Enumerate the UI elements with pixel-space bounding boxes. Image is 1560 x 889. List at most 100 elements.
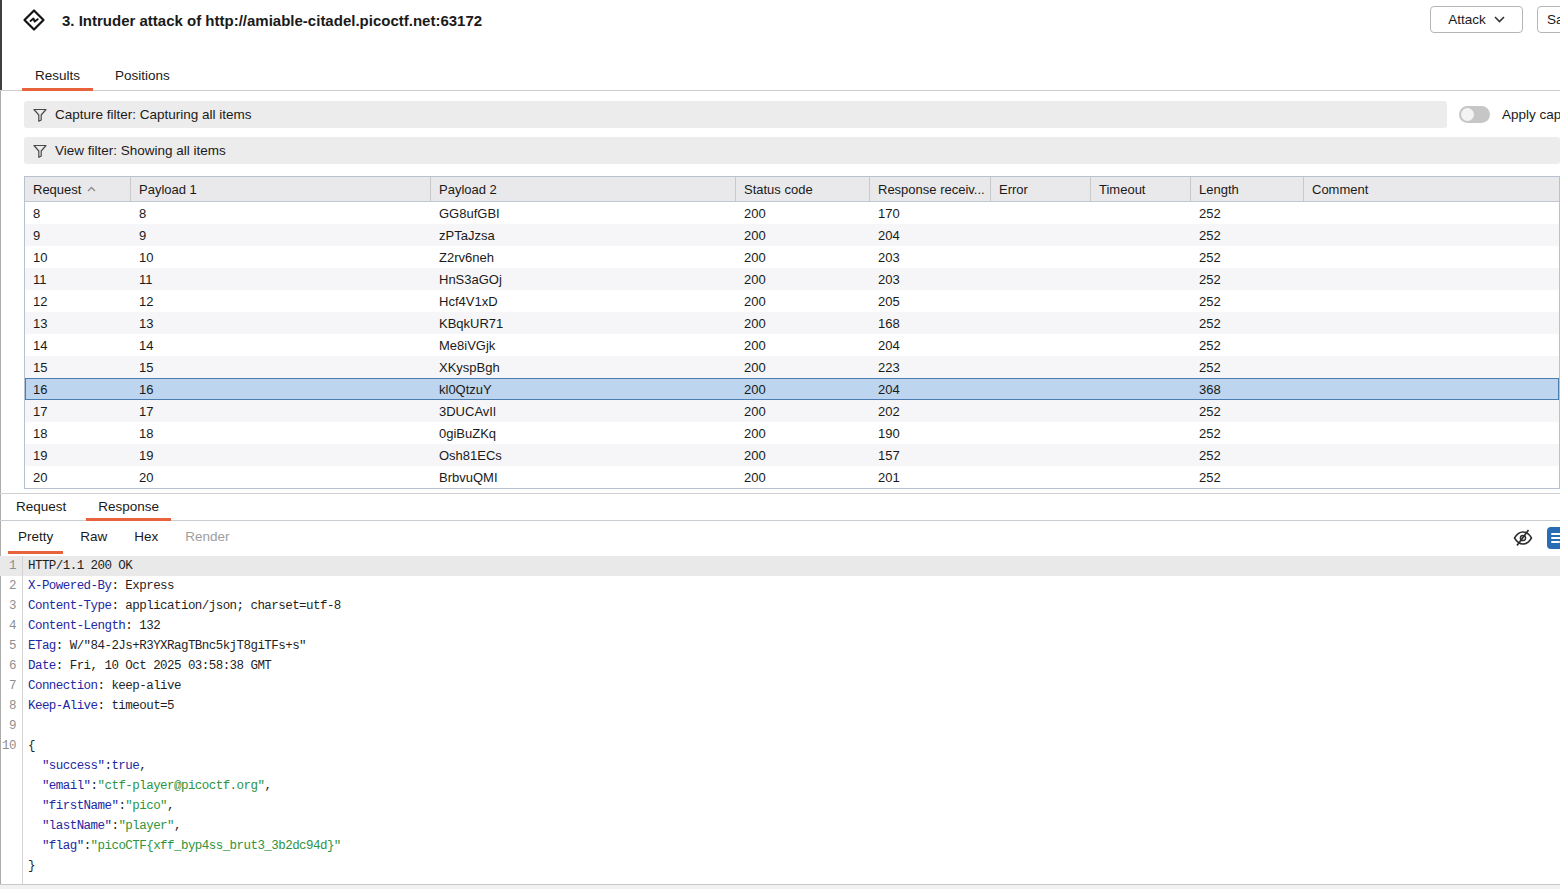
save-button-label: Sa [1547, 12, 1560, 27]
view-filter-bar[interactable]: View filter: Showing all items [24, 137, 1560, 164]
column-header-payload-1[interactable]: Payload 1 [131, 177, 431, 201]
apply-capture-toggle[interactable] [1459, 106, 1490, 123]
table-row-request-15[interactable]: 1515XKyspBgh200223252 [25, 356, 1559, 378]
results-table: RequestPayload 1Payload 2 Status code Resp… [24, 176, 1560, 489]
cell-status: 200 [736, 356, 870, 378]
cell-payload2: GG8ufGBI [431, 202, 736, 224]
cell-payload1: 18 [131, 422, 431, 444]
cell-comment [1304, 268, 1559, 290]
cell-request: 18 [25, 422, 131, 444]
tab-results[interactable]: Results [22, 63, 93, 91]
cell-status: 200 [736, 246, 870, 268]
capture-filter-bar[interactable]: Capture filter: Capturing all items [24, 101, 1447, 128]
message-view-subtabs: Pretty Raw Hex Render [0, 522, 1560, 555]
cell-response_received: 157 [870, 444, 991, 466]
column-header-error[interactable]: Error [991, 177, 1091, 201]
cell-timeout [1091, 268, 1191, 290]
table-row-request-13[interactable]: 1313KBqkUR71200168252 [25, 312, 1559, 334]
cell-timeout [1091, 334, 1191, 356]
cell-timeout [1091, 444, 1191, 466]
table-row-request-12[interactable]: 1212Hcf4V1xD200205252 [25, 290, 1559, 312]
message-tab-bar: Request Response [0, 493, 1560, 521]
column-header-status-code[interactable]: Status code [736, 177, 870, 201]
column-header-payload-2[interactable]: Payload 2 [431, 177, 736, 201]
tab-positions[interactable]: Positions [102, 63, 183, 91]
attack-button[interactable]: Attack [1430, 6, 1523, 33]
cell-payload1: 16 [131, 378, 431, 400]
table-row-request-16[interactable]: 1616kl0QtzuY200204368 [25, 378, 1559, 400]
hide-nonprintable-icon[interactable] [1512, 527, 1534, 552]
cell-timeout [1091, 312, 1191, 334]
cell-error [991, 312, 1091, 334]
cell-length: 252 [1191, 268, 1304, 290]
cell-timeout [1091, 422, 1191, 444]
editor-line: } [0, 856, 1560, 876]
table-row-request-19[interactable]: 1919Osh81ECs200157252 [25, 444, 1559, 466]
column-header-response-receiv-[interactable]: Response receiv... [870, 177, 991, 201]
line-number: 9 [0, 716, 16, 736]
main-tab-bar: Results Positions [0, 63, 1560, 91]
line-content: } [28, 856, 35, 876]
tab-response[interactable]: Response [86, 494, 171, 521]
table-row-request-18[interactable]: 18180giBuZKq200190252 [25, 422, 1559, 444]
cell-comment [1304, 466, 1559, 488]
cell-length: 252 [1191, 290, 1304, 312]
text-wrap-icon[interactable] [1547, 527, 1560, 549]
cell-payload2: Osh81ECs [431, 444, 736, 466]
cell-length: 252 [1191, 202, 1304, 224]
editor-line: 3Content-Type: application/json; charset… [0, 596, 1560, 616]
cell-comment [1304, 356, 1559, 378]
line-number: 6 [0, 656, 16, 676]
response-editor[interactable]: 1HTTP/1.1 200 OK2X-Powered-By: Express3C… [0, 556, 1560, 884]
cell-request: 13 [25, 312, 131, 334]
cell-length: 252 [1191, 224, 1304, 246]
cell-response_received: 170 [870, 202, 991, 224]
toggle-knob [1461, 108, 1474, 121]
subtab-raw[interactable]: Raw [70, 522, 117, 554]
editor-line: 8Keep-Alive: timeout=5 [0, 696, 1560, 716]
editor-line: 1HTTP/1.1 200 OK [0, 556, 1560, 576]
column-header-label: Status code [744, 182, 813, 197]
cell-status: 200 [736, 466, 870, 488]
cell-comment [1304, 312, 1559, 334]
intruder-attack-window: 3. Intruder attack of http://amiable-cit… [0, 0, 1560, 889]
table-row-request-11[interactable]: 1111HnS3aGOj200203252 [25, 268, 1559, 290]
subtab-pretty[interactable]: Pretty [8, 522, 63, 554]
table-row-request-14[interactable]: 1414Me8iVGjk200204252 [25, 334, 1559, 356]
column-header-label: Error [999, 182, 1028, 197]
editor-line: "email":"ctf-player@picoctf.org", [0, 776, 1560, 796]
cell-payload2: HnS3aGOj [431, 268, 736, 290]
cell-status: 200 [736, 334, 870, 356]
table-row-request-8[interactable]: 88GG8ufGBI200170252 [25, 202, 1559, 224]
cell-error [991, 400, 1091, 422]
subtab-render[interactable]: Render [175, 522, 239, 554]
column-header-timeout[interactable]: Timeout [1091, 177, 1191, 201]
cell-error [991, 202, 1091, 224]
line-content: Content-Type: application/json; charset=… [28, 596, 341, 616]
cell-payload1: 20 [131, 466, 431, 488]
view-filter-label: View filter: Showing all items [55, 143, 226, 158]
table-row-request-20[interactable]: 2020BrbvuQMI200201252 [25, 466, 1559, 488]
cell-error [991, 268, 1091, 290]
cell-comment [1304, 202, 1559, 224]
column-header-length[interactable]: Length [1191, 177, 1304, 201]
results-table-body: 88GG8ufGBI20017025299zPTaJzsa20020425210… [25, 202, 1559, 488]
save-button[interactable]: Sa [1537, 6, 1560, 33]
line-number: 10 [0, 736, 16, 756]
column-header-request[interactable]: Request [25, 177, 131, 201]
table-row-request-9[interactable]: 99zPTaJzsa200204252 [25, 224, 1559, 246]
column-header-comment[interactable]: Comment [1304, 177, 1559, 201]
subtab-hex[interactable]: Hex [124, 522, 168, 554]
cell-status: 200 [736, 202, 870, 224]
table-row-request-10[interactable]: 1010Z2rv6neh200203252 [25, 246, 1559, 268]
cell-payload2: Hcf4V1xD [431, 290, 736, 312]
editor-line: "flag":"picoCTF{xff_byp4ss_brut3_3b2dc94… [0, 836, 1560, 856]
cell-request: 17 [25, 400, 131, 422]
cell-length: 252 [1191, 466, 1304, 488]
editor-line: "firstName":"pico", [0, 796, 1560, 816]
table-row-request-17[interactable]: 17173DUCAvIl200202252 [25, 400, 1559, 422]
cell-error [991, 378, 1091, 400]
capture-filter-label: Capture filter: Capturing all items [55, 107, 252, 122]
tab-request[interactable]: Request [4, 494, 78, 521]
editor-line: 6Date: Fri, 10 Oct 2025 03:58:38 GMT [0, 656, 1560, 676]
